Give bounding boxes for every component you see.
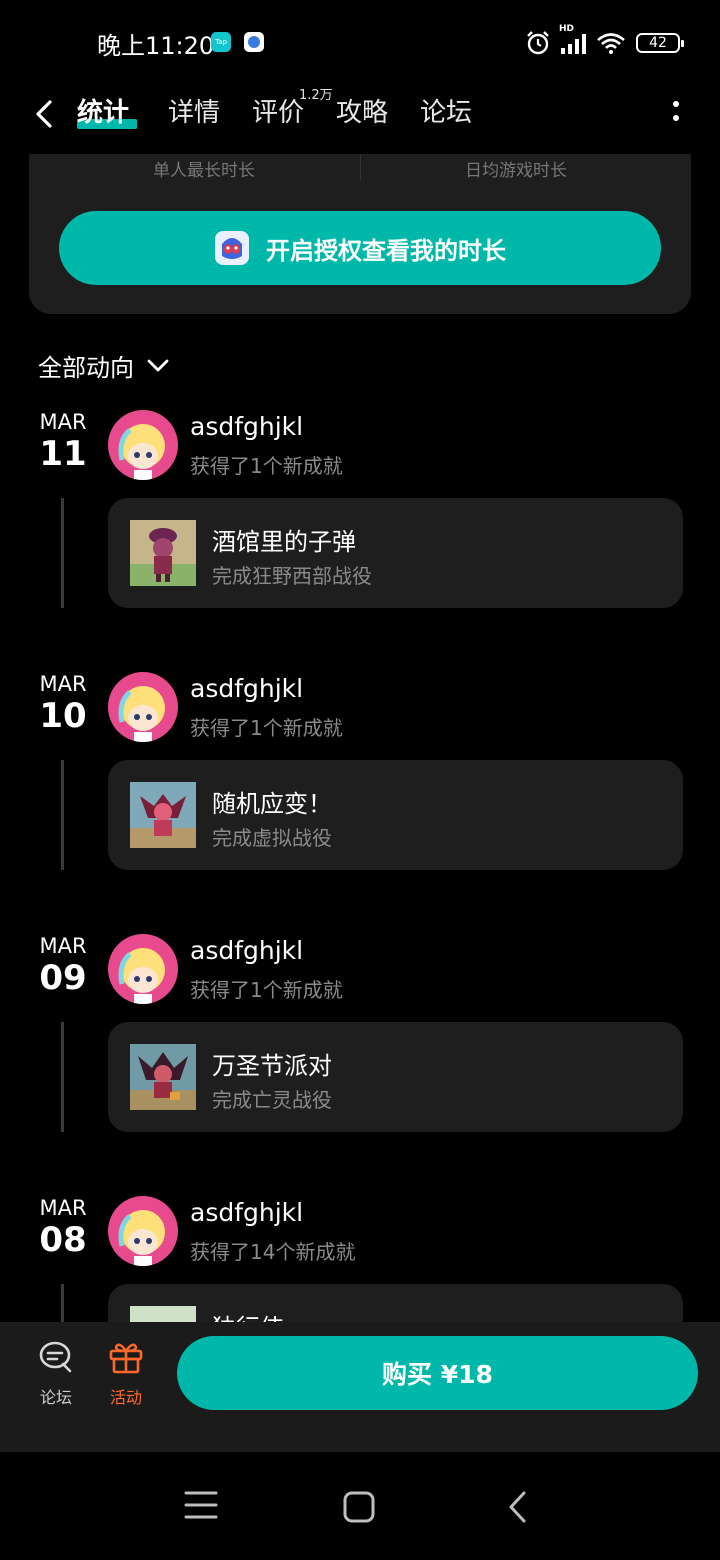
gift-icon <box>109 1343 143 1374</box>
achievement-description: 完成亡灵战役 <box>212 1088 332 1112</box>
chevron-down-icon <box>147 359 169 371</box>
alarm-icon <box>527 31 549 55</box>
chevron-left-icon[interactable] <box>30 92 62 136</box>
entry-action: 获得了1个新成就 <box>190 454 343 478</box>
achievement-card[interactable]: 酒馆里的子弹 完成狂野西部战役 <box>108 498 683 608</box>
wifi-icon <box>597 33 625 54</box>
top-nav: 统计 详情 评价 1.2万 攻略 论坛 <box>0 84 720 154</box>
longest-session-label: 单人最长时长 <box>153 161 255 181</box>
entry-day: 10 <box>39 696 87 736</box>
status-bar: 晚上11:20 Tap HD 42 <box>0 0 720 84</box>
entry-day: 08 <box>39 1220 87 1260</box>
buy-button[interactable]: 购买 ¥18 <box>177 1336 698 1410</box>
activity-button-label: 活动 <box>109 1388 142 1407</box>
tab-guides[interactable]: 攻略 <box>336 92 388 129</box>
tab-details[interactable]: 详情 <box>168 92 220 129</box>
feed-entry: MAR 10 asdfghjkl 获得了1个新成就 随机应变！ 完成虚拟战役 <box>0 662 720 924</box>
feed-entry: MAR 11 asdfghjkl 获得了1个新成就 酒馆里的子弹 完成狂野西部战… <box>0 400 720 662</box>
achievement-description: 完成虚拟战役 <box>212 826 332 850</box>
status-indicators: HD 42 <box>525 24 684 60</box>
entry-date: MAR 09 <box>22 934 104 998</box>
entry-action: 获得了1个新成就 <box>190 716 343 740</box>
entry-month: MAR <box>39 410 87 434</box>
timeline-line <box>61 1022 64 1132</box>
app-mascot-icon <box>215 231 249 265</box>
achievement-title: 酒馆里的子弹 <box>212 528 356 556</box>
achievement-description: 完成狂野西部战役 <box>212 564 372 588</box>
entry-month: MAR <box>39 934 87 958</box>
entry-date: MAR 11 <box>22 410 104 474</box>
entry-action: 获得了1个新成就 <box>190 978 343 1002</box>
user-name[interactable]: asdfghjkl <box>190 936 303 965</box>
achievement-title: 随机应变！ <box>212 790 332 818</box>
feed-entry: MAR 09 asdfghjkl 获得了1个新成就 万圣节派对 完成亡灵战役 <box>0 924 720 1186</box>
entry-day: 11 <box>39 434 87 474</box>
taptap-app-icon: Tap <box>211 32 231 52</box>
achievement-card[interactable]: 随机应变！ 完成虚拟战役 <box>108 760 683 870</box>
timeline-line <box>61 498 64 608</box>
feed-entry: MAR 08 asdfghjkl 获得了14个新成就 独行侠 <box>0 1186 720 1322</box>
notification-app-icon <box>244 32 264 52</box>
activity-button[interactable]: 活动 <box>96 1338 156 1408</box>
bottom-action-bar: 论坛 活动 购买 ¥18 <box>0 1322 720 1452</box>
forum-button[interactable]: 论坛 <box>26 1338 86 1408</box>
chat-bubble-icon <box>39 1341 72 1373</box>
user-avatar[interactable] <box>108 1196 178 1266</box>
tab-reviews[interactable]: 评价 <box>252 92 304 129</box>
entry-month: MAR <box>39 672 87 696</box>
achievement-title: 万圣节派对 <box>212 1052 332 1080</box>
cell-signal-icon: HD <box>559 24 586 54</box>
authorize-button-label: 开启授权查看我的时长 <box>266 236 506 265</box>
battery-icon: 42 <box>636 33 684 53</box>
entry-day: 09 <box>39 958 87 998</box>
entry-date: MAR 10 <box>22 672 104 736</box>
user-avatar[interactable] <box>108 934 178 1004</box>
entry-date: MAR 08 <box>22 1196 104 1260</box>
daily-average-label: 日均游戏时长 <box>465 161 567 181</box>
system-nav-bar <box>0 1452 720 1560</box>
forum-button-label: 论坛 <box>39 1388 72 1407</box>
tab-stats[interactable]: 统计 <box>77 92 129 129</box>
system-back-icon[interactable] <box>506 1490 530 1524</box>
tab-forum[interactable]: 论坛 <box>420 92 472 129</box>
achievement-card[interactable]: 独行侠 <box>108 1284 683 1322</box>
achievement-title: 独行侠 <box>212 1308 284 1322</box>
authorize-playtime-button[interactable]: 开启授权查看我的时长 <box>59 211 661 285</box>
achievement-image <box>130 1306 196 1322</box>
achievement-image <box>130 782 196 848</box>
user-name[interactable]: asdfghjkl <box>190 674 303 703</box>
more-vertical-icon[interactable] <box>664 98 688 126</box>
achievement-image <box>130 1044 196 1110</box>
filter-label: 全部动向 <box>38 354 134 382</box>
user-avatar[interactable] <box>108 672 178 742</box>
activity-filter-dropdown[interactable]: 全部动向 <box>38 348 170 383</box>
user-name[interactable]: asdfghjkl <box>190 412 303 441</box>
user-name[interactable]: asdfghjkl <box>190 1198 303 1227</box>
entry-month: MAR <box>39 1196 87 1220</box>
entry-action: 获得了14个新成就 <box>190 1240 356 1264</box>
timeline-line <box>61 760 64 870</box>
achievement-card[interactable]: 万圣节派对 完成亡灵战役 <box>108 1022 683 1132</box>
home-icon[interactable] <box>342 1490 376 1524</box>
reviews-count-badge: 1.2万 <box>299 88 333 103</box>
stats-divider <box>360 154 361 180</box>
status-time: 晚上11:20 <box>97 32 215 60</box>
menu-icon[interactable] <box>184 1490 218 1520</box>
achievement-image <box>130 520 196 586</box>
user-avatar[interactable] <box>108 410 178 480</box>
activity-feed: MAR 11 asdfghjkl 获得了1个新成就 酒馆里的子弹 完成狂野西部战… <box>0 400 720 1322</box>
timeline-line <box>61 1284 64 1322</box>
playtime-stats-card: 单人最长时长 日均游戏时长 开启授权查看我的时长 <box>29 154 691 314</box>
